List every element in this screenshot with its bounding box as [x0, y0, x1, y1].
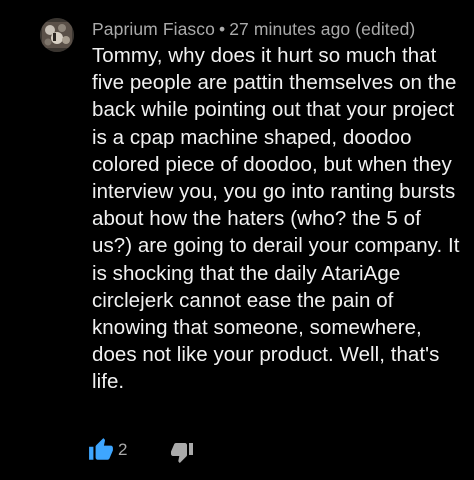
thumbs-up-icon [89, 438, 113, 460]
like-button[interactable] [88, 436, 114, 464]
comment-item: Paprium Fiasco • 27 minutes ago (edited) T… [0, 0, 474, 480]
user-avatar[interactable] [40, 18, 74, 52]
comment-actions: 2 [88, 436, 288, 466]
comment-timestamp[interactable]: 27 minutes ago (edited) [229, 19, 415, 39]
author-name[interactable]: Paprium Fiasco [92, 19, 215, 39]
comment-text: Tommy, why does it hurt so much that fiv… [92, 44, 460, 394]
comment-header: Paprium Fiasco • 27 minutes ago (edited) [92, 19, 415, 40]
thumbs-down-icon [171, 443, 193, 463]
dislike-button[interactable] [170, 440, 194, 464]
avatar-image [40, 18, 74, 52]
meta-separator: • [218, 19, 226, 39]
like-count: 2 [118, 440, 128, 459]
